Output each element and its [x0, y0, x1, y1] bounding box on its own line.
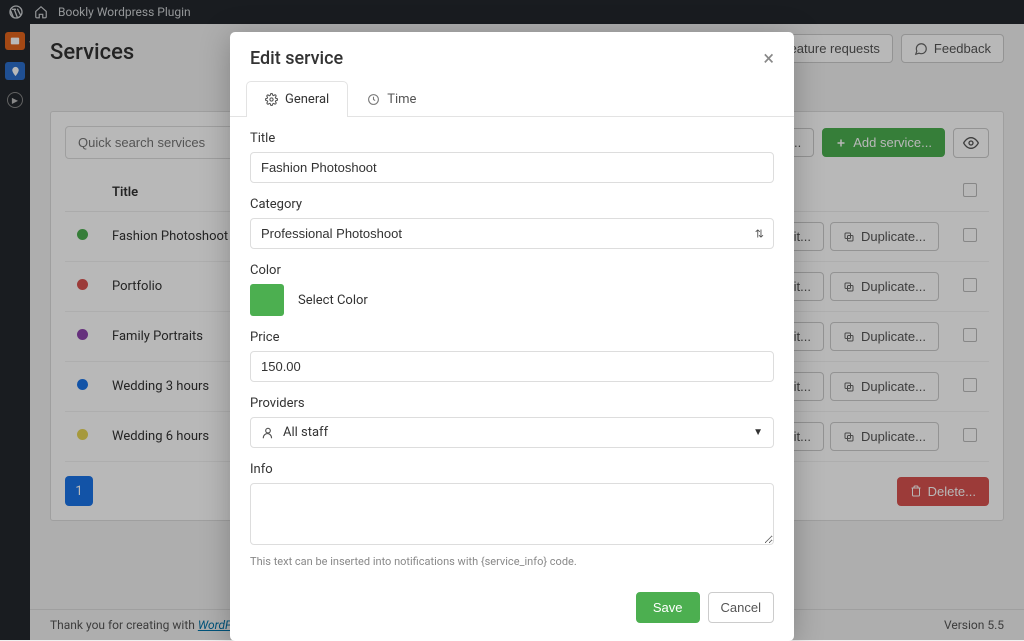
close-icon[interactable]: × — [763, 46, 774, 70]
price-field[interactable] — [250, 351, 774, 382]
providers-value: All staff — [283, 425, 328, 440]
title-field[interactable] — [250, 152, 774, 183]
providers-select[interactable]: All staff ▼ — [250, 417, 774, 448]
select-color-link[interactable]: Select Color — [298, 293, 368, 308]
tab-time[interactable]: Time — [348, 81, 435, 117]
label-title: Title — [250, 131, 774, 146]
save-button[interactable]: Save — [636, 592, 700, 623]
category-select[interactable] — [250, 218, 774, 249]
tab-time-label: Time — [387, 92, 416, 107]
tab-general-label: General — [285, 92, 329, 107]
gear-icon — [265, 93, 278, 106]
clock-icon — [367, 93, 380, 106]
label-price: Price — [250, 330, 774, 345]
info-hint: This text can be inserted into notificat… — [250, 555, 774, 568]
color-swatch[interactable] — [250, 284, 284, 316]
label-category: Category — [250, 197, 774, 212]
chevron-down-icon: ▼ — [753, 427, 763, 438]
edit-service-modal: Edit service × General Time Title Catego… — [230, 32, 794, 641]
modal-title: Edit service — [250, 48, 343, 69]
info-field[interactable] — [250, 483, 774, 545]
chevron-updown-icon: ⇅ — [755, 227, 764, 240]
user-icon — [261, 426, 275, 440]
label-info: Info — [250, 462, 774, 477]
tab-general[interactable]: General — [246, 81, 348, 117]
cancel-button[interactable]: Cancel — [708, 592, 774, 623]
label-color: Color — [250, 263, 774, 278]
label-providers: Providers — [250, 396, 774, 411]
